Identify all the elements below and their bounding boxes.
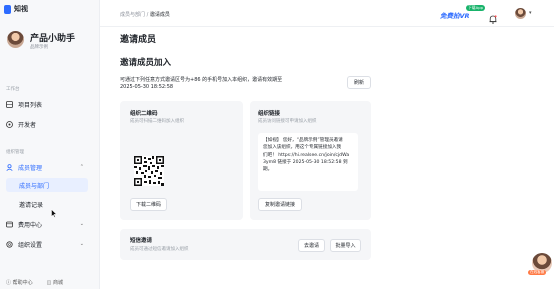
user-avatar[interactable]	[7, 31, 24, 48]
sidebar-item-label: 组织设置	[18, 241, 43, 249]
support-assistant-label[interactable]: 在线客服	[528, 270, 547, 275]
invite-link-message: 【如视】 您好，“品牌示例”管理员邀请 您加入该组织，用这个专属链接加入我 们吧…	[258, 133, 358, 191]
chevron-up-icon: ⌃	[79, 164, 84, 170]
caret-down-icon[interactable]: ▾	[529, 10, 532, 16]
billing-icon	[6, 221, 13, 228]
breadcrumb: 成员与部门 / 邀请成员	[120, 11, 170, 18]
sidebar-item-label: 成员与部门	[19, 182, 50, 190]
help-icon: ⓘ	[6, 280, 13, 286]
logo-icon	[4, 4, 11, 14]
card-title: 邀请成员加入	[120, 58, 172, 68]
qr-panel-subtitle: 成员可扫描二维码加入组织	[130, 119, 184, 124]
app-logo[interactable]: 知视	[4, 4, 28, 14]
batch-import-button[interactable]: 批量导入	[330, 239, 361, 252]
sidebar-item-members[interactable]: 成员管理 ⌃	[6, 160, 88, 174]
download-qr-button[interactable]: 下载二维码	[130, 198, 167, 211]
sidebar-item-billing[interactable]: 费用中心 ⌄	[6, 217, 88, 231]
sidebar-item-label: 成员管理	[18, 164, 43, 172]
breadcrumb-separator: /	[146, 12, 149, 18]
app-name: 知视	[14, 5, 28, 13]
chevron-down-icon: ⌄	[79, 241, 84, 247]
qr-panel-title: 组织二维码	[130, 111, 158, 117]
sidebar-item-developer[interactable]: 开发者	[6, 117, 88, 131]
sidebar-item-label: 项目列表	[18, 101, 43, 109]
user-organization: 品牌示例	[30, 45, 48, 50]
top-bar: 成员与部门 / 邀请成员 免费拍VR 下载App ▾	[100, 0, 554, 27]
sidebar-item-members-departments[interactable]: 成员与部门	[6, 178, 88, 192]
section-label-org: 组织管理	[6, 150, 24, 155]
refresh-button[interactable]: 刷新	[347, 76, 371, 89]
grid-icon	[6, 100, 13, 108]
sms-panel-title: 短信邀请	[130, 238, 153, 244]
sidebar-item-org-settings[interactable]: 组织设置 ⌄	[6, 237, 88, 251]
breadcrumb-current: 邀请成员	[149, 12, 170, 18]
members-icon	[6, 163, 13, 171]
store-link[interactable]: ◫ 商城	[47, 279, 63, 286]
section-label-work: 工作台	[6, 87, 20, 92]
link-panel-subtitle: 成员访问链接可申请加入组织	[258, 119, 317, 124]
free-vr-link[interactable]: 免费拍VR	[440, 10, 470, 20]
sidebar-item-label: 开发者	[18, 121, 37, 129]
chevron-down-icon: ⌄	[79, 221, 84, 227]
page-title: 邀请成员	[120, 35, 157, 45]
copy-invite-link-button[interactable]: 复制邀请链接	[258, 198, 302, 211]
bell-icon[interactable]	[489, 9, 497, 24]
sidebar-item-projects[interactable]: 项目列表	[6, 97, 88, 111]
sidebar-item-label: 邀请记录	[19, 201, 44, 209]
sidebar: 知视 产品小助手 品牌示例 工作台 项目列表 开发者 组织管理 成员管理 ⌃ 成…	[0, 0, 100, 289]
user-name: 产品小助手	[30, 34, 76, 44]
sidebar-item-label: 费用中心	[18, 221, 43, 229]
sidebar-item-invite-records[interactable]: 邀请记录	[6, 197, 88, 211]
download-app-badge[interactable]: 下载App	[466, 5, 486, 11]
qr-code-image	[134, 156, 164, 186]
sms-panel-subtitle: 成员可通过短信邀请加入组织	[130, 247, 189, 252]
go-invite-button[interactable]: 去邀请	[298, 239, 325, 252]
expire-time: 2025-05-30 18:52:58	[120, 84, 174, 90]
invite-description: 可通过下列任意方式邀请区号为+86 的手机号加入本组织，邀请有效期至	[120, 77, 283, 83]
top-user-avatar[interactable]	[515, 8, 526, 19]
breadcrumb-parent[interactable]: 成员与部门	[120, 12, 145, 18]
sidebar-footer: ⓘ 帮助中心 ◫ 商城	[6, 279, 63, 286]
mouse-cursor-icon	[51, 209, 57, 218]
link-panel-title: 组织链接	[258, 111, 281, 117]
developer-icon	[6, 120, 13, 128]
help-center-link[interactable]: ⓘ 帮助中心	[6, 279, 33, 286]
settings-icon	[6, 240, 13, 248]
